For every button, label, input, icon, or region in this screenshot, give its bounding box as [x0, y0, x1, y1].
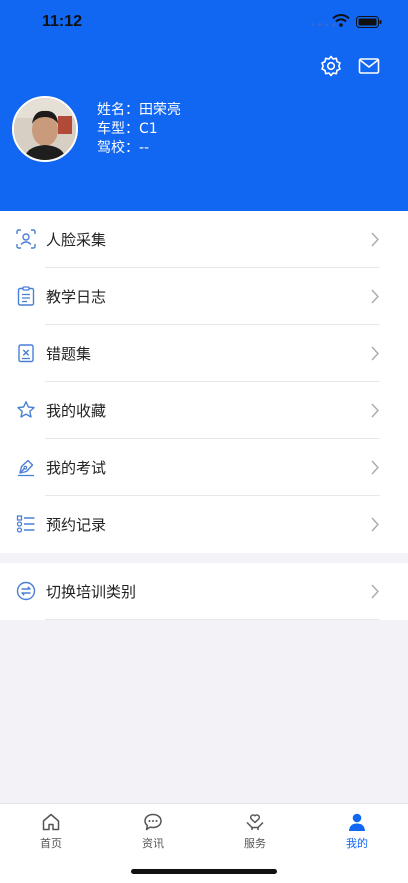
chevron-right-icon: [371, 346, 379, 361]
menu-item-teaching-log[interactable]: 教学日志: [0, 268, 408, 325]
name-label: 姓名：: [97, 102, 139, 118]
profile-info: 姓名： 田荣亮 车型： C1 驾校： --: [97, 101, 181, 158]
menu-item-my-exams[interactable]: 我的考试: [0, 439, 408, 496]
chevron-right-icon: [371, 232, 379, 247]
menu-item-label: 切换培训类别: [46, 583, 137, 601]
tab-label: 我的: [346, 837, 368, 850]
menu-item-face-capture[interactable]: 人脸采集: [0, 211, 408, 268]
home-indicator[interactable]: [131, 869, 277, 874]
menu-item-favorites[interactable]: 我的收藏: [0, 382, 408, 439]
chevron-right-icon: [371, 403, 379, 418]
chevron-right-icon: [371, 584, 379, 599]
avatar[interactable]: [12, 96, 78, 162]
school-row: 驾校： --: [97, 139, 181, 158]
wrong-questions-icon: [18, 344, 34, 363]
tab-home[interactable]: 首页: [0, 812, 102, 856]
name-row: 姓名： 田荣亮: [97, 101, 181, 120]
menu-item-wrong-questions[interactable]: 错题集: [0, 325, 408, 382]
name-value: 田荣亮: [139, 102, 181, 118]
chevron-right-icon: [371, 289, 379, 304]
pen-icon: [18, 459, 34, 477]
car-type-label: 车型：: [97, 121, 139, 137]
chevron-right-icon: [371, 517, 379, 532]
school-label: 驾校：: [97, 140, 139, 156]
menu-item-label: 我的考试: [46, 459, 107, 477]
car-type-value: C1: [139, 121, 158, 137]
menu-item-appointment-records[interactable]: 预约记录: [0, 496, 408, 553]
switch-icon: [16, 581, 36, 601]
chevron-right-icon: [371, 460, 379, 475]
heart-hand-icon: [246, 814, 264, 830]
menu-item-switch-training-category[interactable]: 切换培训类别: [0, 563, 408, 620]
status-time: 11:12: [42, 13, 83, 30]
tab-services[interactable]: 服务: [204, 812, 306, 856]
profile-header: 11:12 •••• 姓名： 田荣亮 车型： C1 驾校： --: [0, 0, 408, 211]
menu-item-label: 我的收藏: [46, 402, 107, 420]
battery-icon: [356, 16, 382, 28]
avatar-photo: [14, 98, 76, 160]
person-icon: [349, 813, 365, 831]
wifi-icon: [332, 14, 350, 27]
menu-item-label: 教学日志: [46, 288, 107, 306]
list-icon: [16, 515, 35, 533]
star-icon: [17, 401, 35, 418]
tab-mine[interactable]: 我的: [306, 812, 408, 856]
envelope-icon[interactable]: [357, 54, 381, 78]
clipboard-icon: [17, 286, 35, 306]
school-value: --: [139, 140, 150, 156]
menu-item-label: 人脸采集: [46, 231, 107, 249]
gear-icon[interactable]: [319, 54, 343, 78]
tab-label: 首页: [40, 837, 62, 850]
switch-section: 切换培训类别: [0, 563, 408, 620]
menu-list: 人脸采集 教学日志 错题集 我的收藏 我的考试 预约记录: [0, 211, 408, 553]
tab-label: 资讯: [142, 837, 164, 850]
car-type-row: 车型： C1: [97, 120, 181, 139]
chat-icon: [144, 813, 162, 831]
menu-item-label: 错题集: [46, 345, 92, 363]
tab-news[interactable]: 资讯: [102, 812, 204, 856]
menu-item-label: 预约记录: [46, 516, 107, 534]
face-scan-icon: [16, 229, 36, 249]
tab-label: 服务: [244, 837, 266, 850]
home-icon: [42, 813, 60, 831]
